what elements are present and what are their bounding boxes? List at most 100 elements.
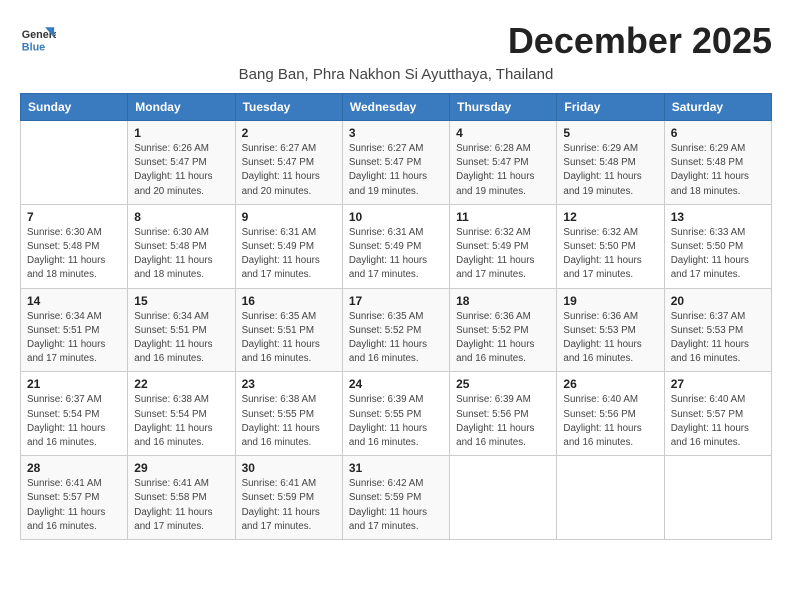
day-number: 26 <box>563 377 657 391</box>
day-info: Sunrise: 6:41 AMSunset: 5:59 PMDaylight:… <box>242 477 336 534</box>
day-number: 23 <box>242 377 336 391</box>
day-info: Sunrise: 6:35 AMSunset: 5:52 PMDaylight:… <box>349 310 443 367</box>
weekday-header-thursday: Thursday <box>450 94 557 121</box>
day-number: 14 <box>27 294 121 308</box>
day-number: 24 <box>349 377 443 391</box>
svg-text:Blue: Blue <box>22 42 45 54</box>
calendar-cell: 28 Sunrise: 6:41 AMSunset: 5:57 PMDayligh… <box>21 456 128 540</box>
location-subtitle: Bang Ban, Phra Nakhon Si Ayutthaya, Thai… <box>20 66 772 83</box>
calendar-cell: 4 Sunrise: 6:28 AMSunset: 5:47 PMDaylight… <box>450 121 557 205</box>
day-number: 29 <box>134 461 228 475</box>
calendar-cell <box>557 456 664 540</box>
calendar-cell: 15Sunrise: 6:34 AMSunset: 5:51 PMDayligh… <box>128 288 235 372</box>
calendar-cell: 9 Sunrise: 6:31 AMSunset: 5:49 PMDaylight… <box>235 204 342 288</box>
day-info: Sunrise: 6:38 AMSunset: 5:55 PMDaylight:… <box>242 393 336 450</box>
calendar-cell: 21 Sunrise: 6:37 AMSunset: 5:54 PMDayligh… <box>21 372 128 456</box>
calendar-cell: 31 Sunrise: 6:42 AMSunset: 5:59 PMDayligh… <box>342 456 449 540</box>
day-info: Sunrise: 6:34 AMSunset: 5:51 PMDaylight:… <box>27 310 121 367</box>
day-info: Sunrise: 6:40 AMSunset: 5:57 PMDaylight:… <box>671 393 765 450</box>
day-number: 30 <box>242 461 336 475</box>
day-info: Sunrise: 6:27 AMSunset: 5:47 PMDaylight:… <box>242 142 336 199</box>
calendar-cell: 26 Sunrise: 6:40 AMSunset: 5:56 PMDayligh… <box>557 372 664 456</box>
calendar-cell: 13 Sunrise: 6:33 AMSunset: 5:50 PMDayligh… <box>664 204 771 288</box>
calendar-cell: 12 Sunrise: 6:32 AMSunset: 5:50 PMDayligh… <box>557 204 664 288</box>
day-number: 5 <box>563 126 657 140</box>
day-number: 10 <box>349 210 443 224</box>
day-info: Sunrise: 6:30 AMSunset: 5:48 PMDaylight:… <box>27 226 121 283</box>
day-info: Sunrise: 6:29 AMSunset: 5:48 PMDaylight:… <box>563 142 657 199</box>
day-number: 6 <box>671 126 765 140</box>
weekday-header-saturday: Saturday <box>664 94 771 121</box>
day-number: 7 <box>27 210 121 224</box>
calendar-cell: 10Sunrise: 6:31 AMSunset: 5:49 PMDayligh… <box>342 204 449 288</box>
day-number: 31 <box>349 461 443 475</box>
logo: General Blue <box>20 20 60 56</box>
day-info: Sunrise: 6:39 AMSunset: 5:55 PMDaylight:… <box>349 393 443 450</box>
day-info: Sunrise: 6:42 AMSunset: 5:59 PMDaylight:… <box>349 477 443 534</box>
month-title: December 2025 <box>508 20 772 62</box>
calendar-cell: 8 Sunrise: 6:30 AMSunset: 5:48 PMDaylight… <box>128 204 235 288</box>
day-number: 18 <box>456 294 550 308</box>
calendar-cell: 7 Sunrise: 6:30 AMSunset: 5:48 PMDaylight… <box>21 204 128 288</box>
day-number: 22 <box>134 377 228 391</box>
day-info: Sunrise: 6:32 AMSunset: 5:50 PMDaylight:… <box>563 226 657 283</box>
day-info: Sunrise: 6:37 AMSunset: 5:53 PMDaylight:… <box>671 310 765 367</box>
calendar-table: SundayMondayTuesdayWednesdayThursdayFrid… <box>20 93 772 540</box>
day-info: Sunrise: 6:41 AMSunset: 5:58 PMDaylight:… <box>134 477 228 534</box>
calendar-cell: 27 Sunrise: 6:40 AMSunset: 5:57 PMDayligh… <box>664 372 771 456</box>
day-info: Sunrise: 6:40 AMSunset: 5:56 PMDaylight:… <box>563 393 657 450</box>
day-info: Sunrise: 6:30 AMSunset: 5:48 PMDaylight:… <box>134 226 228 283</box>
day-number: 28 <box>27 461 121 475</box>
calendar-cell: 20Sunrise: 6:37 AMSunset: 5:53 PMDayligh… <box>664 288 771 372</box>
day-number: 9 <box>242 210 336 224</box>
weekday-header-friday: Friday <box>557 94 664 121</box>
day-number: 13 <box>671 210 765 224</box>
day-number: 16 <box>242 294 336 308</box>
day-info: Sunrise: 6:37 AMSunset: 5:54 PMDaylight:… <box>27 393 121 450</box>
day-info: Sunrise: 6:35 AMSunset: 5:51 PMDaylight:… <box>242 310 336 367</box>
day-number: 4 <box>456 126 550 140</box>
calendar-cell: 11 Sunrise: 6:32 AMSunset: 5:49 PMDayligh… <box>450 204 557 288</box>
day-info: Sunrise: 6:33 AMSunset: 5:50 PMDaylight:… <box>671 226 765 283</box>
day-info: Sunrise: 6:41 AMSunset: 5:57 PMDaylight:… <box>27 477 121 534</box>
day-info: Sunrise: 6:32 AMSunset: 5:49 PMDaylight:… <box>456 226 550 283</box>
calendar-cell: 19 Sunrise: 6:36 AMSunset: 5:53 PMDayligh… <box>557 288 664 372</box>
calendar-cell: 2Sunrise: 6:27 AMSunset: 5:47 PMDaylight… <box>235 121 342 205</box>
day-number: 27 <box>671 377 765 391</box>
day-number: 12 <box>563 210 657 224</box>
calendar-cell: 6 Sunrise: 6:29 AMSunset: 5:48 PMDaylight… <box>664 121 771 205</box>
day-info: Sunrise: 6:31 AMSunset: 5:49 PMDaylight:… <box>242 226 336 283</box>
weekday-header-sunday: Sunday <box>21 94 128 121</box>
calendar-cell <box>664 456 771 540</box>
day-info: Sunrise: 6:29 AMSunset: 5:48 PMDaylight:… <box>671 142 765 199</box>
day-number: 1 <box>134 126 228 140</box>
calendar-cell: 22Sunrise: 6:38 AMSunset: 5:54 PMDayligh… <box>128 372 235 456</box>
day-info: Sunrise: 6:36 AMSunset: 5:53 PMDaylight:… <box>563 310 657 367</box>
calendar-cell: 24 Sunrise: 6:39 AMSunset: 5:55 PMDayligh… <box>342 372 449 456</box>
weekday-header-monday: Monday <box>128 94 235 121</box>
calendar-cell: 16 Sunrise: 6:35 AMSunset: 5:51 PMDayligh… <box>235 288 342 372</box>
day-number: 19 <box>563 294 657 308</box>
day-info: Sunrise: 6:34 AMSunset: 5:51 PMDaylight:… <box>134 310 228 367</box>
calendar-cell: 3 Sunrise: 6:27 AMSunset: 5:47 PMDaylight… <box>342 121 449 205</box>
calendar-cell: 29 Sunrise: 6:41 AMSunset: 5:58 PMDayligh… <box>128 456 235 540</box>
day-number: 8 <box>134 210 228 224</box>
calendar-cell: 1 Sunrise: 6:26 AMSunset: 5:47 PMDaylight… <box>128 121 235 205</box>
day-info: Sunrise: 6:36 AMSunset: 5:52 PMDaylight:… <box>456 310 550 367</box>
day-number: 21 <box>27 377 121 391</box>
day-info: Sunrise: 6:27 AMSunset: 5:47 PMDaylight:… <box>349 142 443 199</box>
calendar-cell: 14 Sunrise: 6:34 AMSunset: 5:51 PMDayligh… <box>21 288 128 372</box>
day-info: Sunrise: 6:26 AMSunset: 5:47 PMDaylight:… <box>134 142 228 199</box>
calendar-cell: 30 Sunrise: 6:41 AMSunset: 5:59 PMDayligh… <box>235 456 342 540</box>
calendar-cell: 23 Sunrise: 6:38 AMSunset: 5:55 PMDayligh… <box>235 372 342 456</box>
calendar-cell: 17 Sunrise: 6:35 AMSunset: 5:52 PMDayligh… <box>342 288 449 372</box>
day-number: 11 <box>456 210 550 224</box>
calendar-cell: 5 Sunrise: 6:29 AMSunset: 5:48 PMDaylight… <box>557 121 664 205</box>
day-number: 25 <box>456 377 550 391</box>
day-number: 3 <box>349 126 443 140</box>
calendar-cell: 25Sunrise: 6:39 AMSunset: 5:56 PMDayligh… <box>450 372 557 456</box>
weekday-header-wednesday: Wednesday <box>342 94 449 121</box>
day-info: Sunrise: 6:28 AMSunset: 5:47 PMDaylight:… <box>456 142 550 199</box>
day-number: 17 <box>349 294 443 308</box>
calendar-cell <box>450 456 557 540</box>
